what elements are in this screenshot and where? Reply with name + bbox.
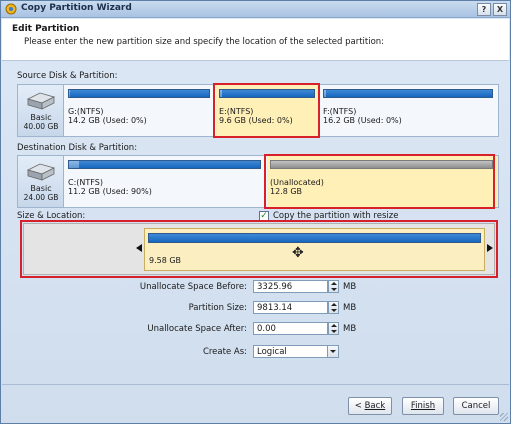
partition-info: 9.6 GB (Used: 0%)	[219, 116, 293, 125]
partition-info: 16.2 GB (Used: 0%)	[323, 116, 402, 125]
partition-slider[interactable]: 9.58 GB ✥	[144, 228, 485, 271]
usage-bar	[68, 89, 210, 98]
hard-disk-icon	[26, 163, 56, 181]
finish-button[interactable]: Finish	[402, 397, 444, 415]
unalloc-after-input[interactable]: 0.00	[253, 322, 328, 335]
source-disk[interactable]: Basic 40.00 GB	[18, 85, 64, 136]
unalloc-before-input[interactable]: 3325.96	[253, 280, 328, 293]
disk-size: 24.00 GB	[23, 193, 59, 202]
unallocated-bar	[270, 160, 493, 169]
right-resize-arrow-icon[interactable]	[487, 244, 493, 252]
destination-unallocated[interactable]: (Unallocated) 12.8 GB	[267, 156, 498, 207]
create-as-label: Create As:	[202, 347, 247, 357]
usage-bar	[323, 89, 493, 98]
left-resize-arrow-icon[interactable]	[136, 244, 142, 252]
partition-name: G:(NTFS)	[68, 107, 104, 116]
destination-disk[interactable]: Basic 24.00 GB	[18, 156, 64, 207]
unalloc-after-spinner[interactable]	[328, 322, 339, 335]
partition-size-unit: MB	[343, 303, 357, 313]
disk-size: 40.00 GB	[23, 122, 59, 131]
chevron-down-icon[interactable]	[327, 346, 338, 357]
close-button[interactable]: X	[493, 3, 507, 16]
destination-label: Destination Disk & Partition:	[17, 143, 138, 153]
source-disk-map: Basic 40.00 GB G:(NTFS) 14.2 GB (Used: 0…	[17, 84, 499, 137]
page-subtitle: Please enter the new partition size and …	[24, 37, 385, 47]
hard-disk-icon	[26, 92, 56, 110]
partition-name: (Unallocated)	[270, 178, 324, 187]
partition-name: E:(NTFS)	[219, 107, 254, 116]
size-location-track[interactable]: 9.58 GB ✥	[23, 223, 495, 275]
partition-name: C:(NTFS)	[68, 178, 103, 187]
partition-info: 12.8 GB	[270, 187, 303, 196]
partition-name: F:(NTFS)	[323, 107, 357, 116]
usage-bar	[68, 160, 261, 169]
partition-size-label: Partition Size:	[188, 303, 247, 313]
app-icon	[5, 3, 17, 15]
source-partition-g[interactable]: G:(NTFS) 14.2 GB (Used: 0%)	[65, 85, 215, 136]
window-title: Copy Partition Wizard	[21, 3, 132, 13]
partition-info: 11.2 GB (Used: 90%)	[68, 187, 152, 196]
resize-grip-icon[interactable]	[500, 413, 508, 421]
partition-size-spinner[interactable]	[328, 301, 339, 314]
back-label: Back	[364, 401, 386, 411]
wizard-header: Edit Partition Please enter the new part…	[2, 19, 509, 61]
create-as-select[interactable]: Logical	[253, 345, 339, 358]
destination-partition-c[interactable]: C:(NTFS) 11.2 GB (Used: 90%)	[65, 156, 266, 207]
unalloc-before-spinner[interactable]	[328, 280, 339, 293]
title-bar[interactable]: Copy Partition Wizard ? X	[1, 1, 510, 18]
disk-type: Basic	[30, 184, 52, 193]
slider-bar	[148, 233, 481, 243]
cancel-button[interactable]: Cancel	[453, 397, 499, 415]
back-button[interactable]: < Back	[348, 397, 392, 415]
source-label: Source Disk & Partition:	[17, 71, 118, 81]
footer-divider	[2, 384, 509, 385]
unalloc-after-unit: MB	[343, 324, 357, 334]
copy-resize-label: Copy the partition with resize	[273, 211, 399, 221]
help-button[interactable]: ?	[477, 3, 491, 16]
size-location-label: Size & Location:	[17, 211, 86, 221]
source-partition-e[interactable]: E:(NTFS) 9.6 GB (Used: 0%)	[216, 85, 319, 136]
destination-disk-map: Basic 24.00 GB C:(NTFS) 11.2 GB (Used: 9…	[17, 155, 499, 208]
usage-bar	[219, 89, 315, 98]
copy-partition-window: Copy Partition Wizard ? X Edit Partition…	[0, 0, 511, 424]
partition-size-input[interactable]: 9813.14	[253, 301, 328, 314]
checkmark-icon[interactable]: ✓	[259, 211, 269, 221]
unalloc-after-label: Unallocate Space After:	[147, 324, 247, 334]
unalloc-before-unit: MB	[343, 282, 357, 292]
source-partition-f[interactable]: F:(NTFS) 16.2 GB (Used: 0%)	[320, 85, 498, 136]
finish-label: Finish	[410, 401, 436, 411]
page-title: Edit Partition	[12, 24, 80, 34]
partition-info: 14.2 GB (Used: 0%)	[68, 116, 147, 125]
create-as-value: Logical	[257, 347, 287, 357]
move-cursor-icon: ✥	[292, 245, 304, 261]
disk-type: Basic	[30, 113, 52, 122]
partition-size-readout: 9.58 GB	[149, 256, 182, 265]
unalloc-before-label: Unallocate Space Before:	[139, 282, 247, 292]
